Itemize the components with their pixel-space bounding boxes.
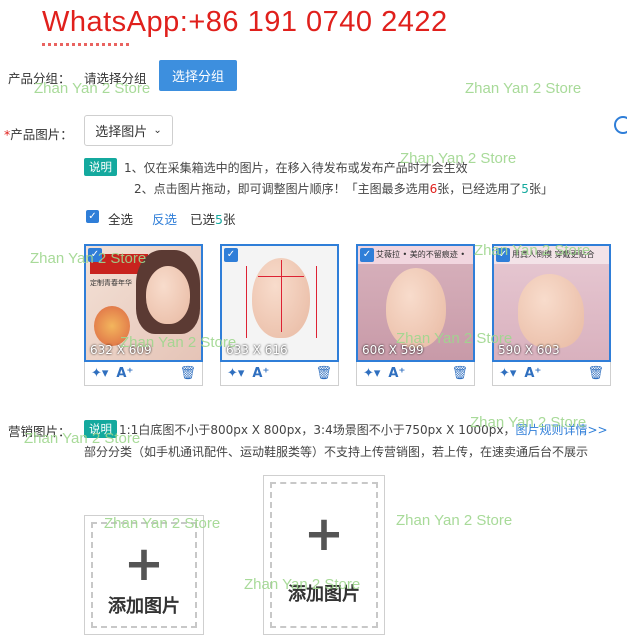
images-label-row: *产品图片： <box>4 124 73 143</box>
watermark: Zhan Yan 2 Store <box>244 576 361 593</box>
add-image-box-2[interactable]: + 添加图片 <box>263 475 385 635</box>
watermark: Zhan Yan 2 Store <box>396 330 513 347</box>
select-image-dropdown[interactable]: 选择图片 ⌄ <box>84 115 173 146</box>
trash-icon[interactable]: 🗑 <box>451 366 468 381</box>
watermark: Zhan Yan 2 Store <box>24 430 141 447</box>
select-group-button[interactable]: 选择分组 <box>159 60 237 91</box>
trash-icon[interactable]: 🗑 <box>179 366 196 381</box>
select-all-checkbox[interactable]: ✓ <box>86 210 99 223</box>
card-checkbox[interactable]: ✓ <box>224 248 238 262</box>
plus-icon: + <box>123 536 165 592</box>
watermark: Zhan Yan 2 Store <box>396 512 513 529</box>
trash-icon[interactable]: 🗑 <box>587 366 604 381</box>
trash-icon[interactable]: 🗑 <box>315 366 332 381</box>
watermark: Zhan Yan 2 Store <box>465 80 582 97</box>
card-caption: 定制青春年华 <box>90 279 132 287</box>
hint-line-2: 2、点击图片拖动，即可调整图片顺序！「主图最多选用6张，已经选用了5张」 <box>134 182 553 196</box>
add-image-box-1[interactable]: + 添加图片 <box>84 515 204 635</box>
watermark: Zhan Yan 2 Store <box>400 150 517 167</box>
ai-icon[interactable]: A⁺ <box>252 366 269 381</box>
watermark: Zhan Yan 2 Store <box>474 242 591 259</box>
whatsapp-banner: WhatsApp:+86 191 0740 2422 <box>42 6 448 38</box>
spellcheck-underline <box>42 43 132 46</box>
images-label: 产品图片： <box>10 127 73 142</box>
card-checkbox[interactable]: ✓ <box>360 248 374 262</box>
card-toolbar-3: ✦▾ A⁺ 🗑 <box>356 362 475 386</box>
chevron-down-icon: ⌄ <box>153 125 162 136</box>
watermark: Zhan Yan 2 Store <box>470 414 587 431</box>
ai-icon[interactable]: A⁺ <box>388 366 405 381</box>
info-icon[interactable] <box>614 116 627 134</box>
magic-wand-icon[interactable]: ✦▾ <box>91 366 108 381</box>
invert-selection-link[interactable]: 反选 <box>152 209 177 228</box>
watermark: Zhan Yan 2 Store <box>104 515 221 532</box>
ai-icon[interactable]: A⁺ <box>116 366 133 381</box>
ai-icon[interactable]: A⁺ <box>524 366 541 381</box>
marketing-hint-line-2: 部分分类（如手机通讯配件、运动鞋服类等）不支持上传营销图，若上传，在速卖通后台不… <box>84 445 589 459</box>
watermark: Zhan Yan 2 Store <box>30 250 147 267</box>
watermark: Zhan Yan 2 Store <box>120 334 237 351</box>
select-image-label: 选择图片 <box>95 125 148 140</box>
card-toolbar-1: ✦▾ A⁺ 🗑 <box>84 362 203 386</box>
select-all-label[interactable]: 全选 <box>108 209 133 228</box>
magic-wand-icon[interactable]: ✦▾ <box>363 366 380 381</box>
magic-wand-icon[interactable]: ✦▾ <box>227 366 244 381</box>
image-card-2[interactable]: ✓ 633 X 616 <box>220 244 339 362</box>
add-image-label-1: 添加图片 <box>108 596 180 617</box>
watermark: Zhan Yan 2 Store <box>34 80 151 97</box>
hint-tag: 说明 <box>84 158 117 176</box>
card-toolbar-4: ✦▾ A⁺ 🗑 <box>492 362 611 386</box>
magic-wand-icon[interactable]: ✦▾ <box>499 366 516 381</box>
card-toolbar-2: ✦▾ A⁺ 🗑 <box>220 362 339 386</box>
selected-count: 已选5张 <box>190 212 236 227</box>
card-caption: 艾薇拉 • 美的不留痕迹 • <box>376 250 466 259</box>
plus-icon: + <box>303 506 345 562</box>
